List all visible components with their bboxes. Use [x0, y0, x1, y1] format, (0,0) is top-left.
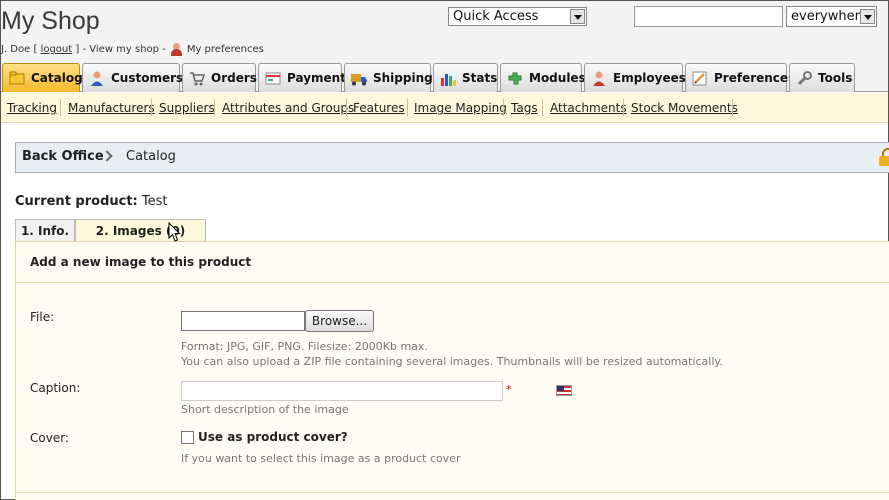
- breadcrumb-root[interactable]: Back Office: [22, 149, 104, 164]
- separator: -: [82, 44, 87, 55]
- view-shop-link[interactable]: View my shop: [89, 44, 159, 55]
- tab-label: Modules: [529, 71, 586, 85]
- subnav-divider: [732, 99, 733, 116]
- subnav-image-mapping[interactable]: Image Mapping: [414, 101, 507, 115]
- search-input[interactable]: [634, 6, 783, 27]
- tab-tools[interactable]: Tools: [789, 63, 855, 92]
- payment-icon: [265, 71, 281, 86]
- subnav-suppliers[interactable]: Suppliers: [159, 101, 215, 115]
- tab-preferences[interactable]: Preferences: [685, 63, 795, 92]
- customers-icon: [89, 71, 105, 86]
- search-scope-select[interactable]: everywhere: [786, 6, 877, 27]
- quick-access-value: Quick Access: [453, 9, 539, 24]
- tab-catalog[interactable]: Catalog: [2, 63, 83, 92]
- cover-checkbox-label[interactable]: Use as product cover?: [198, 430, 348, 444]
- tab-shipping[interactable]: Shipping: [344, 63, 433, 92]
- catalog-icon: [9, 71, 25, 86]
- caption-hint: Short description of the image: [181, 403, 349, 416]
- quick-access-select[interactable]: Quick Access: [448, 7, 587, 26]
- subnav-stock-movements[interactable]: Stock Movements: [631, 101, 738, 115]
- current-product-name: Test: [141, 194, 168, 209]
- tab-images[interactable]: 2. Images (0): [75, 219, 206, 242]
- subnav-features[interactable]: Features: [353, 101, 405, 115]
- search-scope-value: everywhere: [791, 9, 868, 24]
- file-label: File:: [30, 310, 55, 324]
- tab-label: Orders: [211, 71, 257, 85]
- tab-label: Tools: [818, 71, 853, 85]
- tab-employees[interactable]: Employees: [584, 63, 686, 92]
- subnav-attributes-and-groups[interactable]: Attributes and Groups: [222, 101, 354, 115]
- employees-icon: [591, 71, 607, 86]
- main-tabs: Catalog Customers Orders Payment Shippin…: [1, 63, 888, 92]
- tab-label: Employees: [613, 71, 686, 85]
- chevron-down-icon: [860, 9, 875, 24]
- lock-icon[interactable]: [879, 148, 889, 166]
- subnav-divider: [503, 99, 504, 116]
- subnav-divider: [214, 99, 215, 116]
- orders-icon: [189, 71, 206, 86]
- subnav-tags[interactable]: Tags: [511, 101, 538, 115]
- current-product: Current product: Test: [15, 194, 168, 209]
- catalog-subnav: Tracking Manufacturers Suppliers Attribu…: [1, 93, 888, 123]
- required-mark: *: [506, 383, 512, 396]
- subnav-divider: [623, 99, 624, 116]
- caption-input[interactable]: [181, 381, 503, 401]
- subnav-tracking[interactable]: Tracking: [7, 101, 57, 115]
- subnav-divider: [60, 99, 61, 116]
- tab-customers[interactable]: Customers: [82, 63, 184, 92]
- shipping-icon: [351, 71, 367, 86]
- chevron-down-icon: [570, 9, 585, 24]
- subnav-divider: [346, 99, 347, 116]
- subnav-manufacturers[interactable]: Manufacturers: [68, 101, 155, 115]
- tab-orders[interactable]: Orders: [182, 63, 257, 92]
- tab-label: Shipping: [373, 71, 433, 85]
- user-line: J. Doe [ logout ] - View my shop - My pre…: [1, 43, 264, 56]
- logout-link[interactable]: logout: [41, 44, 73, 55]
- format-hint: Format: JPG, GIF, PNG. Filesize: 2000Kb …: [181, 340, 428, 353]
- cover-checkbox[interactable]: [181, 431, 194, 444]
- subnav-divider: [151, 99, 152, 116]
- tab-modules[interactable]: Modules: [500, 63, 586, 92]
- divider: [16, 282, 889, 283]
- tab-label: Customers: [111, 71, 184, 85]
- tab-label: Preferences: [714, 71, 796, 85]
- breadcrumb: Back Office Catalog: [15, 142, 889, 173]
- cover-label: Cover:: [30, 431, 69, 445]
- subnav-divider: [542, 99, 543, 116]
- breadcrumb-current: Catalog: [126, 149, 176, 164]
- modules-icon: [507, 71, 523, 86]
- user-name: J. Doe: [1, 44, 31, 55]
- user-icon: [170, 43, 183, 56]
- preferences-icon: [692, 71, 708, 86]
- separator: -: [162, 44, 166, 55]
- caption-label: Caption:: [30, 381, 81, 395]
- header: My Shop J. Doe [ logout ] - View my shop…: [1, 1, 888, 63]
- zip-hint: You can also upload a ZIP file containin…: [181, 355, 723, 368]
- tab-stats[interactable]: Stats: [433, 63, 498, 92]
- cover-hint: If you want to select this image as a pr…: [181, 452, 461, 465]
- subnav-divider: [407, 99, 408, 116]
- file-input[interactable]: [181, 311, 305, 331]
- us-flag-icon[interactable]: [556, 385, 572, 396]
- browse-button[interactable]: Browse...: [305, 310, 374, 332]
- tab-label: Payment: [287, 71, 346, 85]
- bracket-open: [: [33, 44, 38, 55]
- subnav-attachments[interactable]: Attachments: [550, 101, 627, 115]
- bracket-close: ]: [75, 44, 80, 55]
- my-preferences-link[interactable]: My preferences: [187, 44, 264, 55]
- divider: [16, 492, 889, 493]
- tab-info[interactable]: 1. Info.: [15, 219, 75, 242]
- tab-label: Stats: [462, 71, 498, 85]
- current-product-label: Current product:: [15, 194, 138, 209]
- panel-heading: Add a new image to this product: [30, 255, 252, 269]
- tab-label: Catalog: [31, 71, 83, 85]
- tools-icon: [796, 70, 812, 86]
- shop-title: My Shop: [1, 7, 100, 35]
- mouse-cursor-icon: [168, 222, 180, 242]
- stats-icon: [440, 71, 456, 86]
- tab-payment[interactable]: Payment: [258, 63, 346, 92]
